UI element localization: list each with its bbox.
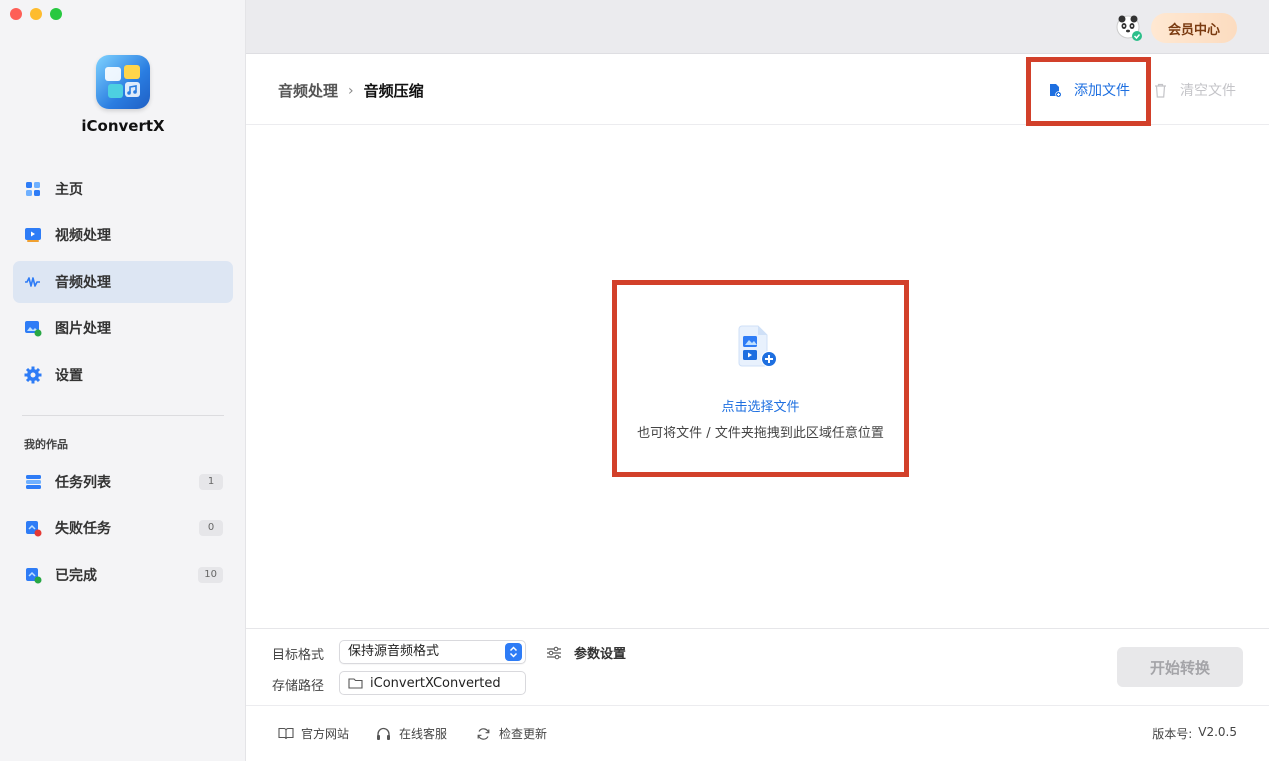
sidebar-item-label: 任务列表	[55, 475, 111, 491]
clear-files-button[interactable]: 清空文件	[1154, 80, 1236, 100]
app-name: iConvertX	[81, 117, 165, 135]
sidebar-item-label: 设置	[55, 368, 83, 384]
target-format-value: 保持源音频格式	[348, 644, 440, 659]
official-website-label: 官方网站	[301, 727, 350, 741]
app-logo-icon	[96, 55, 150, 109]
sidebar-item-settings[interactable]: 设置	[13, 354, 233, 396]
sidebar-item-audio[interactable]: 音频处理	[13, 261, 233, 303]
sidebar-item-completed[interactable]: 已完成 10	[13, 554, 233, 596]
parameter-settings-label: 参数设置	[574, 647, 627, 662]
sidebar-item-label: 主页	[55, 182, 83, 198]
sliders-icon	[546, 646, 562, 660]
online-support-label: 在线客服	[399, 727, 448, 741]
version-value: V2.0.5	[1198, 725, 1237, 739]
footer-divider	[246, 705, 1269, 706]
highlight-box-add-file	[1026, 57, 1151, 126]
headset-icon	[376, 727, 392, 741]
highlight-box-drop-zone	[612, 280, 909, 477]
audio-wave-icon	[23, 272, 43, 292]
sidebar-item-label: 失败任务	[55, 521, 111, 537]
zoom-window-button[interactable]	[50, 8, 62, 20]
parameter-settings-button[interactable]: 参数设置	[546, 643, 626, 662]
sidebar-item-label: 已完成	[55, 568, 97, 584]
count-badge: 0	[199, 520, 223, 536]
target-format-label: 目标格式	[272, 648, 325, 663]
check-update-label: 检查更新	[499, 727, 548, 741]
select-arrows-icon	[505, 643, 522, 661]
sidebar: iConvertX 主页 视频处理 音频处理 图片处理 设置 我的作品 任务列表…	[0, 0, 246, 761]
breadcrumb-current: 音频压缩	[363, 82, 424, 100]
folder-icon	[348, 677, 363, 689]
failed-task-icon	[23, 518, 43, 538]
top-bar: 会员中心	[246, 0, 1269, 54]
sidebar-item-label: 视频处理	[55, 228, 111, 244]
user-avatar-icon[interactable]	[1115, 14, 1143, 42]
sidebar-item-label: 音频处理	[55, 275, 111, 291]
minimize-window-button[interactable]	[30, 8, 42, 20]
breadcrumb-parent[interactable]: 音频处理	[278, 80, 338, 101]
start-convert-button[interactable]: 开始转换	[1117, 647, 1243, 687]
sidebar-item-label: 图片处理	[55, 321, 111, 337]
sidebar-divider	[22, 415, 224, 416]
check-update-link[interactable]: 检查更新	[476, 725, 547, 742]
save-path-value: iConvertXConverted	[370, 675, 501, 691]
version-info: 版本号: V2.0.5	[1152, 725, 1237, 742]
video-icon	[23, 225, 43, 245]
section-title: 我的作品	[24, 438, 68, 451]
member-center-button[interactable]: 会员中心	[1151, 13, 1237, 43]
sidebar-item-home[interactable]: 主页	[13, 168, 233, 210]
gear-icon	[23, 365, 43, 385]
book-icon	[278, 727, 294, 741]
sidebar-item-image[interactable]: 图片处理	[13, 307, 233, 349]
bottom-panel: 目标格式 保持源音频格式 参数设置 存储路径 iConvertXConverte…	[246, 628, 1269, 761]
clear-files-label: 清空文件	[1180, 83, 1236, 99]
completed-icon	[23, 565, 43, 585]
image-icon	[23, 318, 43, 338]
save-path-field[interactable]: iConvertXConverted	[339, 671, 526, 695]
close-window-button[interactable]	[10, 8, 22, 20]
online-support-link[interactable]: 在线客服	[376, 725, 447, 742]
count-badge: 10	[198, 567, 223, 583]
official-website-link[interactable]: 官方网站	[278, 725, 349, 742]
breadcrumb-separator: ›	[348, 82, 354, 99]
sidebar-item-task-list[interactable]: 任务列表 1	[13, 461, 233, 503]
sidebar-item-video[interactable]: 视频处理	[13, 214, 233, 256]
version-label: 版本号:	[1152, 727, 1193, 741]
trash-icon	[1154, 82, 1170, 98]
breadcrumb: 音频处理 › 音频压缩	[278, 80, 424, 101]
count-badge: 1	[199, 474, 223, 490]
window-controls	[10, 8, 62, 20]
home-icon	[23, 179, 43, 199]
task-list-icon	[23, 472, 43, 492]
sidebar-item-failed-tasks[interactable]: 失败任务 0	[13, 507, 233, 549]
target-format-select[interactable]: 保持源音频格式	[339, 640, 526, 664]
save-path-label: 存储路径	[272, 679, 325, 694]
refresh-icon	[476, 727, 492, 741]
